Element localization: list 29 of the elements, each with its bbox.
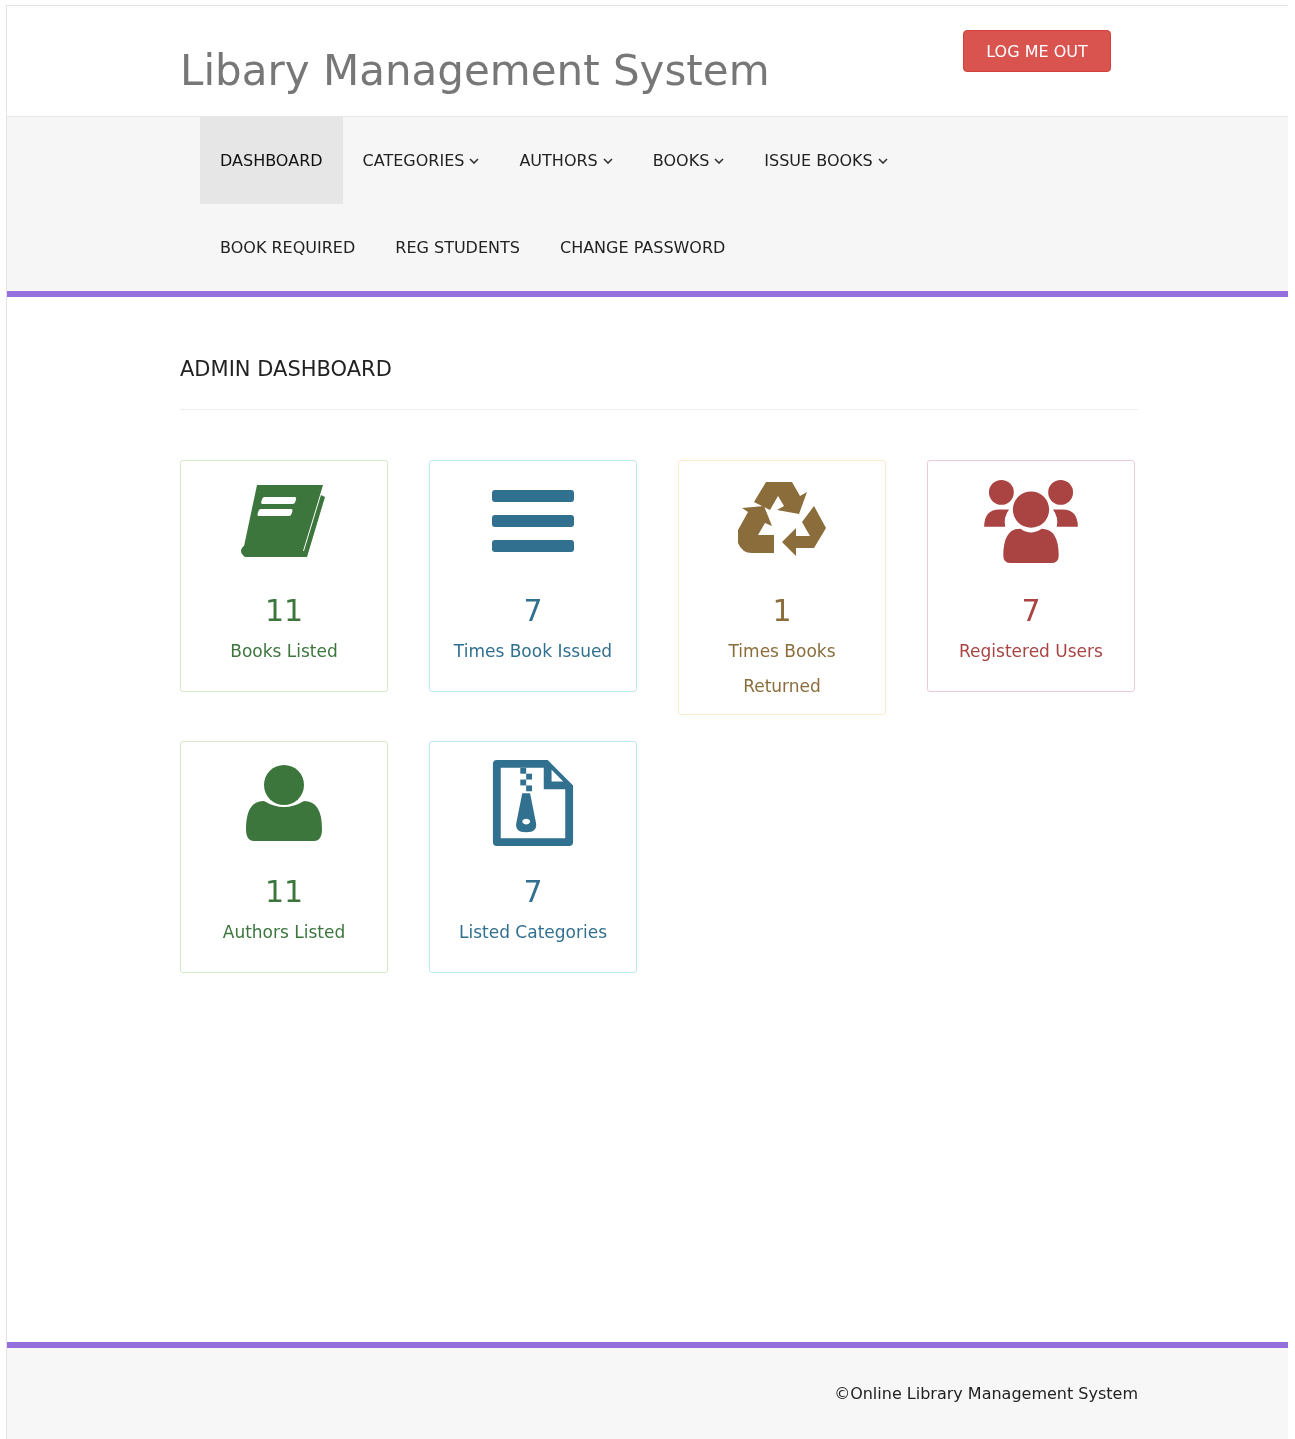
nav-item[interactable]: BOOK REQUIRED — [200, 204, 376, 291]
chevron-icon — [602, 157, 613, 164]
nav-item[interactable]: CHANGE PASSWORD — [539, 204, 746, 291]
stat-label: Authors Listed — [222, 921, 346, 944]
chevron-icon — [877, 157, 888, 164]
nav-item[interactable]: ISSUE BOOKS — [744, 117, 908, 204]
stat-count: 7 — [1021, 593, 1041, 628]
nav-item[interactable]: DASHBOARD — [200, 117, 343, 204]
section-heading: ADMIN DASHBOARD — [180, 357, 393, 381]
logout-button[interactable]: LOG ME OUT — [963, 30, 1111, 72]
stat-count: 7 — [523, 593, 543, 628]
chevron-icon — [469, 157, 480, 164]
stat-label: Books Listed — [230, 640, 338, 663]
copyright-text: ©Online Library Management System — [834, 1384, 1138, 1403]
nav-item[interactable]: BOOKS — [632, 117, 745, 204]
stat-label: Times Books Returned — [727, 640, 837, 698]
nav-item[interactable]: CATEGORIES — [342, 117, 500, 204]
zip-file-icon — [492, 760, 574, 846]
site-title: Libary Management System — [180, 46, 770, 95]
nav-item[interactable]: REG STUDENTS — [375, 204, 540, 291]
stat-count: 11 — [264, 593, 304, 628]
stat-count: 1 — [772, 593, 792, 628]
stat-label: Registered Users — [959, 640, 1103, 663]
stat-count: 11 — [264, 874, 304, 909]
stat-label: Times Book Issued — [453, 640, 613, 663]
chevron-icon — [714, 157, 725, 164]
nav-item[interactable]: AUTHORS — [499, 117, 633, 204]
stat-label: Listed Categories — [459, 921, 607, 944]
stat-count: 7 — [523, 874, 543, 909]
